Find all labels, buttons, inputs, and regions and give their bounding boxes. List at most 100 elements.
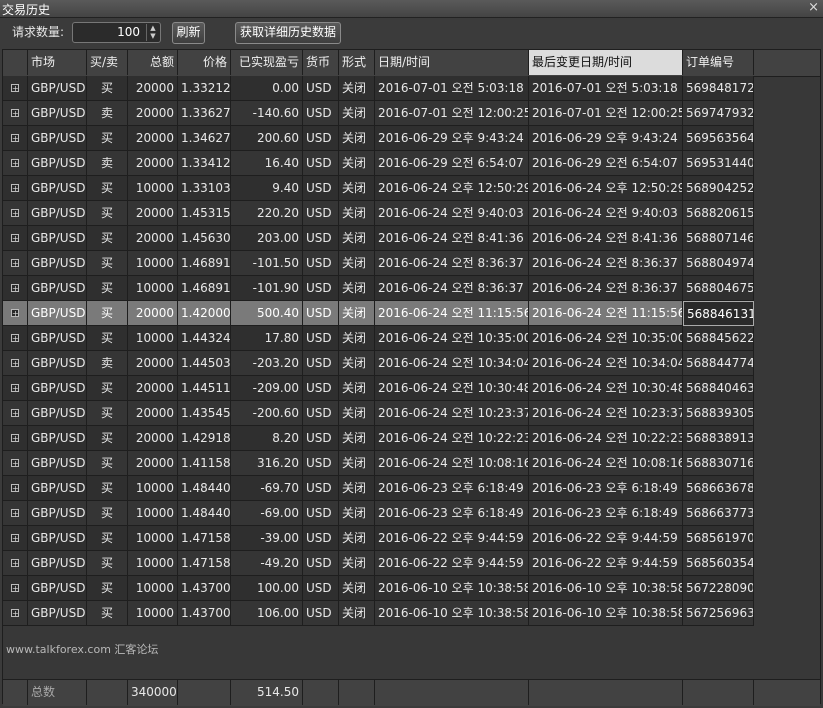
row-expand-cell[interactable]: + [3,276,28,301]
table-row[interactable]: + GBP/USD 买 10000 1.46891 -101.90 USD 关闭 2016-06… [3,276,754,301]
cell-amount: 20000 [128,76,178,101]
table-row[interactable]: + GBP/USD 买 20000 1.34627 200.60 USD 关闭 2016-06-… [3,126,754,151]
row-expand-cell[interactable]: + [3,226,28,251]
expand-plus-icon[interactable]: + [11,359,19,368]
expand-plus-icon[interactable]: + [11,184,19,193]
row-expand-cell[interactable]: + [3,176,28,201]
cell-currency: USD [303,276,339,301]
row-expand-cell[interactable]: + [3,201,28,226]
expand-plus-icon[interactable]: + [11,459,19,468]
expand-plus-icon[interactable]: + [11,434,19,443]
cell-date: 2016-06-24 오전 8:36:37 [375,276,529,301]
table-row[interactable]: + GBP/USD 买 20000 1.41158 316.20 USD 关闭 2016-06-… [3,451,754,476]
expand-plus-icon[interactable]: + [11,134,19,143]
column-header-side[interactable]: 买/卖 [87,50,128,75]
row-expand-cell[interactable]: + [3,451,28,476]
table-row[interactable]: + GBP/USD 买 10000 1.48440 -69.70 USD 关闭 2016-06-… [3,476,754,501]
expand-plus-icon[interactable]: + [11,534,19,543]
row-expand-cell[interactable]: + [3,151,28,176]
cell-pnl: -101.90 [231,276,303,301]
request-count-value[interactable]: 100 [117,25,140,39]
table-row[interactable]: + GBP/USD 买 10000 1.33103 9.40 USD 关闭 2016-06-24… [3,176,754,201]
cell-amount: 20000 [128,226,178,251]
row-expand-cell[interactable]: + [3,76,28,101]
cell-market: GBP/USD [28,301,87,326]
row-expand-cell[interactable]: + [3,426,28,451]
row-expand-cell[interactable]: + [3,351,28,376]
row-expand-cell[interactable]: + [3,326,28,351]
cell-currency: USD [303,301,339,326]
expand-plus-icon[interactable]: + [11,384,19,393]
column-header-pnl[interactable]: 已实现盈亏 [231,50,303,75]
expand-plus-icon[interactable]: + [11,109,19,118]
expand-plus-icon[interactable]: + [11,509,19,518]
row-expand-cell[interactable]: + [3,476,28,501]
table-row[interactable]: + GBP/USD 买 10000 1.47158 -49.20 USD 关闭 2016-06-… [3,551,754,576]
refresh-button[interactable]: 刷新 [172,22,205,44]
request-count-stepper[interactable]: 100 ▲ ▼ [72,22,161,43]
table-row[interactable]: + GBP/USD 卖 20000 1.33627 -140.60 USD 关闭 2016-07… [3,101,754,126]
row-expand-cell[interactable]: + [3,401,28,426]
expand-plus-icon[interactable]: + [11,609,19,618]
column-header-order[interactable]: 订单编号 [683,50,754,75]
cell-currency: USD [303,226,339,251]
table-row[interactable]: + GBP/USD 买 10000 1.43700 106.00 USD 关闭 2016-06-… [3,601,754,626]
row-expand-cell[interactable]: + [3,576,28,601]
table-row[interactable]: + GBP/USD 卖 20000 1.44503 -203.20 USD 关闭 2016-06… [3,351,754,376]
cell-modified: 2016-06-24 오전 10:30:48 [529,376,683,401]
row-expand-cell[interactable]: + [3,251,28,276]
fetch-detailed-history-button[interactable]: 获取详细历史数据 [235,22,341,44]
cell-modified: 2016-06-24 오전 11:15:56 [529,301,683,326]
table-row[interactable]: + GBP/USD 买 10000 1.46891 -101.50 USD 关闭 2016-06… [3,251,754,276]
expand-plus-icon[interactable]: + [11,334,19,343]
expand-plus-icon[interactable]: + [11,284,19,293]
table-row[interactable]: + GBP/USD 卖 20000 1.33412 16.40 USD 关闭 2016-06-2… [3,151,754,176]
row-expand-cell[interactable]: + [3,101,28,126]
table-row[interactable]: + GBP/USD 买 20000 1.33212 0.00 USD 关闭 2016-07-01… [3,76,754,101]
footer-cell [529,680,683,705]
table-row[interactable]: + GBP/USD 买 20000 1.43545 -200.60 USD 关闭 2016-06… [3,401,754,426]
row-expand-cell[interactable]: + [3,126,28,151]
cell-order: 568838913 [683,426,754,451]
header-expand[interactable] [3,50,28,75]
row-expand-cell[interactable]: + [3,601,28,626]
row-expand-cell[interactable]: + [3,501,28,526]
expand-plus-icon[interactable]: + [11,209,19,218]
expand-plus-icon[interactable]: + [11,84,19,93]
cell-side: 买 [87,251,128,276]
column-header-type[interactable]: 形式 [339,50,375,75]
column-header-market[interactable]: 市场 [28,50,87,75]
column-header-currency[interactable]: 货币 [303,50,339,75]
row-expand-cell[interactable]: + [3,376,28,401]
column-header-date[interactable]: 日期/时间 [375,50,529,75]
expand-plus-icon[interactable]: + [11,159,19,168]
table-row[interactable]: + GBP/USD 买 10000 1.47158 -39.00 USD 关闭 2016-06-… [3,526,754,551]
row-expand-cell[interactable]: + [3,301,28,326]
expand-plus-icon[interactable]: + [11,409,19,418]
cell-side: 买 [87,126,128,151]
column-header-price[interactable]: 价格 [178,50,231,75]
table-row[interactable]: + GBP/USD 买 10000 1.44324 17.80 USD 关闭 2016-06-2… [3,326,754,351]
column-header-modified[interactable]: 最后变更日期/时间 [529,50,683,75]
stepper-arrows-icon[interactable]: ▲ ▼ [146,24,159,41]
table-row[interactable]: + GBP/USD 买 20000 1.44511 -209.00 USD 关闭 2016-06… [3,376,754,401]
expand-plus-icon[interactable]: + [11,259,19,268]
column-header-amount[interactable]: 总额 [128,50,178,75]
table-row[interactable]: + GBP/USD 买 20000 1.42000 500.40 USD 关闭 2016-06-… [3,301,754,326]
expand-plus-icon[interactable]: + [11,234,19,243]
cell-date: 2016-06-23 오후 6:18:49 [375,476,529,501]
expand-plus-icon[interactable]: + [11,584,19,593]
close-icon[interactable]: × [808,0,819,15]
table-row[interactable]: + GBP/USD 买 20000 1.45315 220.20 USD 关闭 2016-06-… [3,201,754,226]
table-row[interactable]: + GBP/USD 买 10000 1.43700 100.00 USD 关闭 2016-06-… [3,576,754,601]
table-row[interactable]: + GBP/USD 买 20000 1.42918 8.20 USD 关闭 2016-06-24… [3,426,754,451]
table-row[interactable]: + GBP/USD 买 10000 1.48440 -69.00 USD 关闭 2016-06-… [3,501,754,526]
expand-plus-icon[interactable]: + [11,559,19,568]
cell-side: 买 [87,601,128,626]
row-expand-cell[interactable]: + [3,526,28,551]
table-row[interactable]: + GBP/USD 买 20000 1.45630 203.00 USD 关闭 2016-06-… [3,226,754,251]
row-expand-cell[interactable]: + [3,551,28,576]
expand-plus-icon[interactable]: + [11,484,19,493]
cell-currency: USD [303,526,339,551]
expand-plus-icon[interactable]: + [11,309,19,318]
